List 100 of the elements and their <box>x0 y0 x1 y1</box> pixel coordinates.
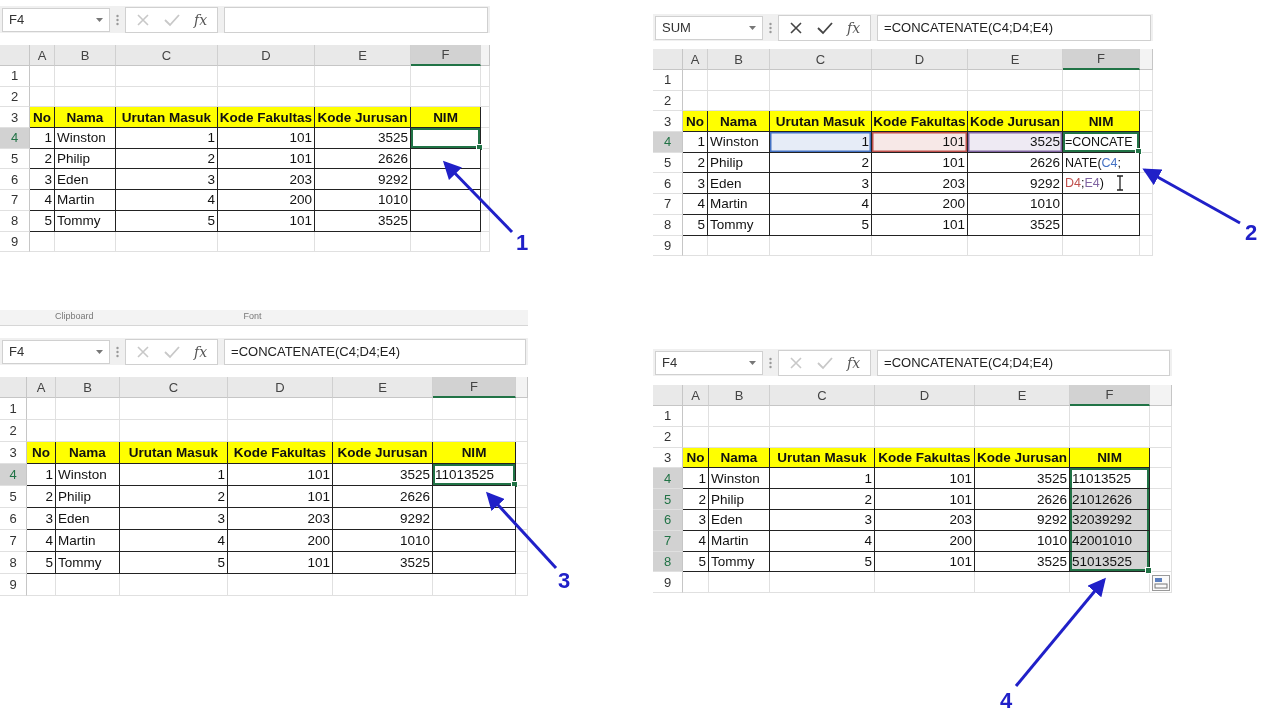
dropdown-caret-icon[interactable] <box>749 360 756 365</box>
column-header[interactable]: E <box>968 49 1063 70</box>
quick-analysis-icon[interactable] <box>1152 575 1170 592</box>
insert-function-button[interactable]: fx <box>847 354 861 371</box>
row-header[interactable]: 7 <box>653 530 683 552</box>
table-cell: 4 <box>120 530 228 552</box>
formula-field[interactable] <box>224 6 488 33</box>
name-box[interactable]: F4 <box>2 7 110 32</box>
nim-cell[interactable]: 42001010 <box>1070 530 1150 552</box>
column-header[interactable]: C <box>770 385 875 406</box>
column-header[interactable]: A <box>30 45 55 66</box>
column-header[interactable]: F <box>1070 385 1150 406</box>
row-header[interactable]: 1 <box>0 398 27 420</box>
row-header[interactable]: 9 <box>0 574 27 596</box>
table-cell: Philip <box>708 152 770 174</box>
row-header[interactable]: 3 <box>653 111 683 133</box>
row-header[interactable]: 5 <box>0 148 30 170</box>
column-header[interactable]: F <box>411 45 481 66</box>
insert-function-button[interactable]: fx <box>194 11 208 28</box>
row-header[interactable]: 6 <box>0 169 30 191</box>
formula-field[interactable]: =CONCATENATE(C4;D4;E4) <box>224 338 526 365</box>
row-header[interactable]: 1 <box>653 406 683 427</box>
table-cell: 5 <box>116 210 218 232</box>
column-header[interactable]: E <box>315 45 411 66</box>
nim-cell[interactable]: 51013525 <box>1070 551 1150 573</box>
table-cell: 2 <box>27 486 56 508</box>
row-header[interactable]: 3 <box>0 442 27 464</box>
nim-cell[interactable]: NATE(C4; <box>1063 152 1140 174</box>
row-header[interactable]: 7 <box>0 530 27 552</box>
row-header[interactable]: 6 <box>653 510 683 531</box>
column-header[interactable]: A <box>683 385 709 406</box>
row-header[interactable]: 2 <box>0 86 30 108</box>
column-header[interactable]: B <box>709 385 770 406</box>
row-header[interactable]: 1 <box>653 70 683 91</box>
nim-cell[interactable]: 32039292 <box>1070 510 1150 531</box>
row-header[interactable]: 4 <box>653 468 683 490</box>
nim-cell[interactable]: D4;E4) <box>1063 173 1140 195</box>
column-header[interactable]: C <box>120 377 228 398</box>
empty-cell <box>1150 406 1172 427</box>
column-header[interactable]: D <box>228 377 333 398</box>
empty-cell <box>1140 111 1153 133</box>
column-header[interactable]: D <box>872 49 968 70</box>
cancel-icon[interactable] <box>789 20 803 35</box>
row-header[interactable]: 2 <box>653 426 683 448</box>
column-header[interactable]: B <box>56 377 120 398</box>
row-header[interactable]: 3 <box>0 107 30 129</box>
insert-function-button[interactable]: fx <box>194 343 208 360</box>
column-header[interactable]: D <box>218 45 315 66</box>
empty-cell <box>516 552 528 574</box>
formula-field[interactable]: =CONCATENATE(C4;D4;E4) <box>877 349 1170 376</box>
dropdown-caret-icon[interactable] <box>96 17 103 22</box>
row-header[interactable]: 9 <box>653 235 683 257</box>
column-header[interactable]: E <box>975 385 1070 406</box>
row-header[interactable]: 8 <box>653 551 683 573</box>
column-header[interactable]: F <box>1063 49 1140 70</box>
name-box[interactable]: F4 <box>2 339 110 364</box>
table-cell: 200 <box>228 530 333 552</box>
row-header[interactable]: 5 <box>653 152 683 174</box>
name-box[interactable]: SUM <box>655 15 763 40</box>
nim-cell[interactable]: 11013525 <box>1070 468 1150 490</box>
row-header[interactable]: 9 <box>653 572 683 594</box>
column-header[interactable]: F <box>433 377 516 398</box>
column-header[interactable]: C <box>116 45 218 66</box>
row-header[interactable]: 8 <box>653 214 683 236</box>
column-header[interactable]: B <box>708 49 770 70</box>
row-header[interactable]: 5 <box>0 486 27 508</box>
row-header[interactable]: 8 <box>0 552 27 574</box>
row-header[interactable]: 2 <box>0 420 27 442</box>
fill-handle[interactable] <box>1145 567 1152 575</box>
column-header[interactable]: B <box>55 45 116 66</box>
column-header[interactable]: E <box>333 377 433 398</box>
column-header[interactable]: D <box>875 385 975 406</box>
table-cell: Tommy <box>709 551 770 573</box>
name-box[interactable]: F4 <box>655 350 763 375</box>
insert-function-button[interactable]: fx <box>847 19 861 36</box>
row-header[interactable]: 1 <box>0 66 30 87</box>
dropdown-caret-icon[interactable] <box>749 25 756 30</box>
row-header[interactable]: 7 <box>653 194 683 215</box>
row-header[interactable]: 4 <box>0 464 27 486</box>
nim-cell[interactable]: 11013525 <box>433 464 516 486</box>
column-header[interactable]: A <box>683 49 708 70</box>
row-header[interactable]: 7 <box>0 190 30 211</box>
nim-cell[interactable]: =CONCATE <box>1063 132 1140 153</box>
row-header[interactable]: 6 <box>653 173 683 195</box>
dropdown-caret-icon[interactable] <box>96 349 103 354</box>
column-header[interactable]: A <box>27 377 56 398</box>
formula-field[interactable]: =CONCATENATE(C4;D4;E4) <box>877 14 1151 41</box>
table-cell: 2 <box>683 489 709 510</box>
nim-cell[interactable]: 21012626 <box>1070 489 1150 510</box>
row-header[interactable]: 3 <box>653 447 683 469</box>
table-cell: 3 <box>770 173 872 195</box>
row-header[interactable]: 8 <box>0 210 30 232</box>
row-header[interactable]: 5 <box>653 489 683 510</box>
row-header[interactable]: 6 <box>0 508 27 530</box>
row-header[interactable]: 9 <box>0 231 30 253</box>
row-header[interactable]: 4 <box>653 132 683 153</box>
column-header[interactable]: C <box>770 49 872 70</box>
checkmark-icon[interactable] <box>817 20 833 35</box>
row-header[interactable]: 2 <box>653 90 683 112</box>
row-header[interactable]: 4 <box>0 128 30 149</box>
